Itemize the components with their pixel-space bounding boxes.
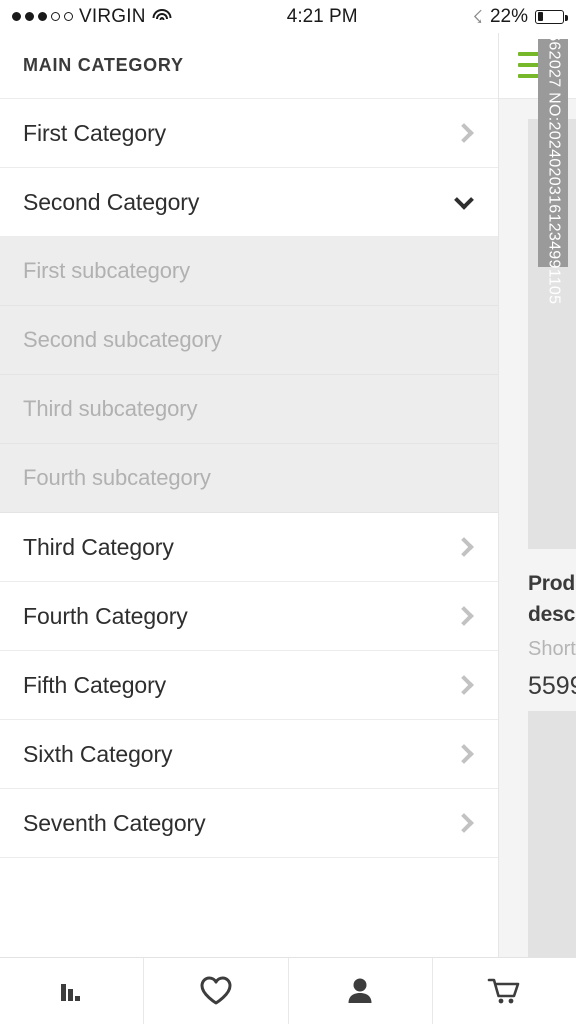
menu-item-label: Fourth subcategory: [23, 465, 211, 490]
person-icon: [345, 975, 375, 1007]
signal-dot-4: [51, 12, 60, 21]
sidebar-item-seventh-category[interactable]: Seventh Category: [0, 789, 498, 858]
bottom-tab-bar: [0, 957, 576, 1024]
menu-item-label: Fourth Category: [23, 602, 188, 629]
sidebar-item-fourth-category[interactable]: Fourth Category: [0, 582, 498, 651]
watermark-id-band: ID:4662027 NO:20240203161234991105: [538, 2, 568, 304]
product-info: Product description Short 5599: [528, 568, 576, 702]
sidebar-item-third-category[interactable]: Third Category: [0, 513, 498, 582]
heart-icon: [199, 975, 233, 1007]
sidebar-item-fifth-category[interactable]: Fifth Category: [0, 651, 498, 720]
watermark-site: www.nipic.cn 昵图网: [540, 760, 576, 905]
signal-dot-1: [12, 12, 21, 21]
signal-strength-icon: [12, 12, 73, 21]
chevron-right-icon: [454, 675, 474, 695]
signal-dot-2: [25, 12, 34, 21]
clock: 4:21 PM: [286, 5, 358, 27]
product-price: 5599: [528, 672, 576, 700]
sidebar-item-sixth-category[interactable]: Sixth Category: [0, 720, 498, 789]
sidebar-subitem-third-subcategory[interactable]: Third subcategory: [0, 375, 498, 444]
battery-icon: [535, 9, 568, 24]
tab-wishlist[interactable]: [144, 958, 289, 1024]
carrier-name: VIRGIN: [79, 5, 146, 27]
menu-item-label: Fifth Category: [23, 671, 167, 698]
page-title: MAIN CATEGORY: [23, 55, 184, 75]
status-bar-right: ☇ 22%: [472, 5, 568, 28]
tab-compare[interactable]: [0, 958, 145, 1024]
menu-item-label: Second Category: [23, 188, 200, 215]
shopping-cart-icon: [487, 975, 521, 1007]
battery-fill: [537, 12, 544, 21]
watermark-id-text: ID:4662027 NO:20240203161234991105: [545, 1, 563, 305]
bar-chart-icon: [57, 976, 87, 1006]
tab-cart[interactable]: [433, 958, 576, 1024]
drawer-header: MAIN CATEGORY: [0, 33, 498, 99]
menu-item-label: Third Category: [23, 533, 174, 560]
chevron-right-icon: [454, 537, 474, 557]
bluetooth-icon: ☇: [472, 6, 483, 27]
sidebar-subitem-fourth-subcategory[interactable]: Fourth subcategory: [0, 444, 498, 513]
menu-item-label: Sixth Category: [23, 740, 173, 767]
status-bar: VIRGIN 4:21 PM ☇ 22%: [0, 0, 576, 33]
category-drawer: MAIN CATEGORY First Category Second Cate…: [0, 33, 498, 957]
menu-item-label: First Category: [23, 119, 167, 146]
sidebar-item-second-category[interactable]: Second Category: [0, 168, 498, 237]
wifi-icon: [152, 9, 172, 24]
product-subtitle: Short: [528, 638, 576, 660]
sidebar-subitem-first-subcategory[interactable]: First subcategory: [0, 237, 498, 306]
signal-dot-3: [38, 12, 47, 21]
chevron-right-icon: [454, 123, 474, 143]
chevron-right-icon: [454, 813, 474, 833]
drawer-empty-space: [0, 858, 498, 948]
chevron-right-icon: [454, 606, 474, 626]
menu-item-label: Seventh Category: [23, 809, 206, 836]
status-bar-left: VIRGIN: [12, 6, 172, 28]
chevron-down-icon: [454, 190, 474, 210]
menu-item-label: Third subcategory: [23, 396, 198, 421]
menu-item-label: Second subcategory: [23, 327, 222, 352]
battery-percent-label: 22%: [489, 5, 528, 27]
product-title: Product description: [528, 572, 576, 626]
chevron-right-icon: [454, 744, 474, 764]
sidebar-item-first-category[interactable]: First Category: [0, 99, 498, 168]
menu-item-label: First subcategory: [23, 258, 191, 283]
sidebar-subitem-second-subcategory[interactable]: Second subcategory: [0, 306, 498, 375]
signal-dot-5: [64, 12, 73, 21]
phone-screen: Product description Short 5599 MAIN CATE…: [0, 0, 576, 1024]
tab-account[interactable]: [289, 958, 433, 1024]
status-bar-center: 4:21 PM: [172, 6, 473, 28]
